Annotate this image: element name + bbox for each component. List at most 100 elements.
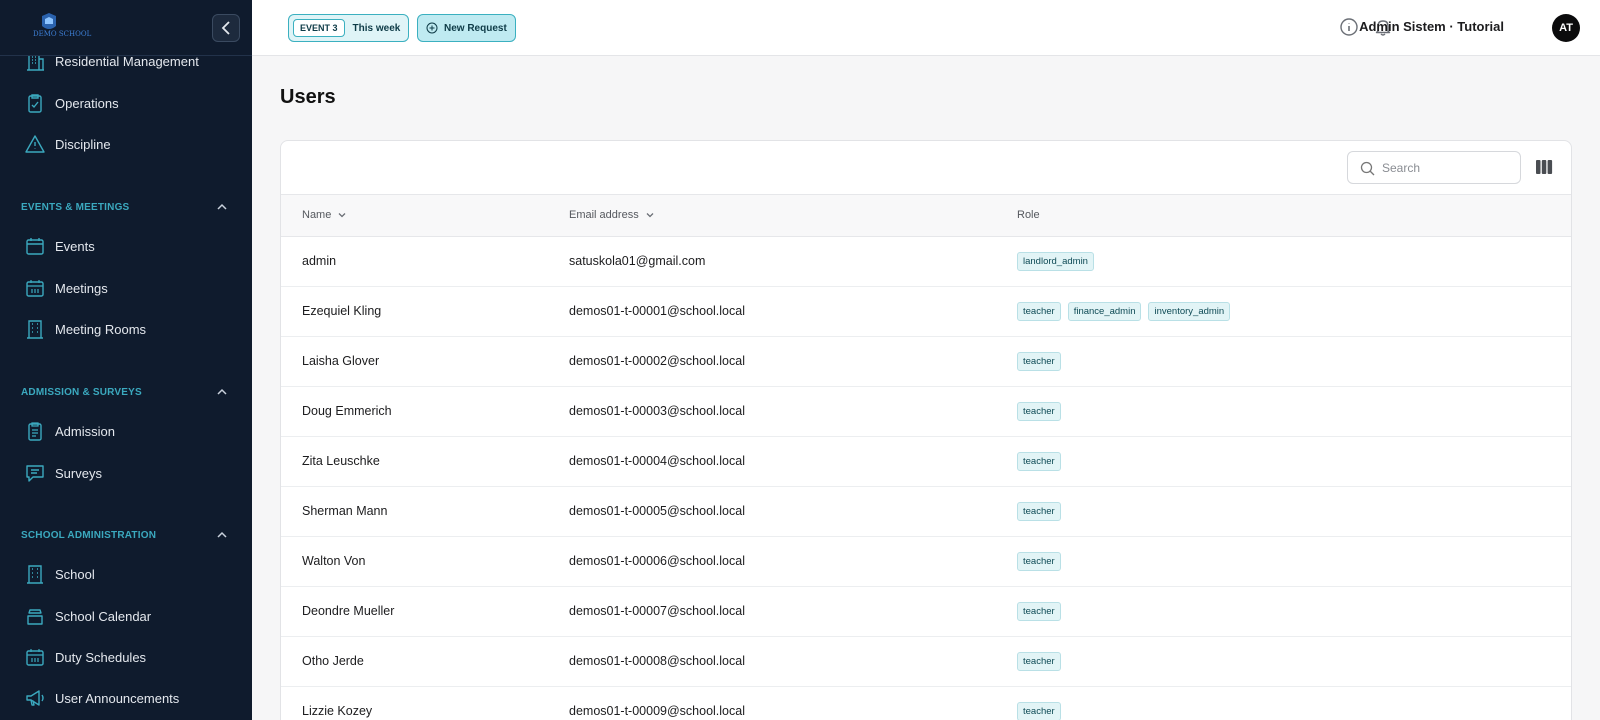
plus-circle-icon (426, 22, 438, 34)
role-cell: teacher (1017, 652, 1061, 671)
topbar: EVENT 3 This week New Request Admin Sist… (252, 0, 1600, 56)
table-row[interactable]: Otho Jerde demos01-t-00008@school.local te… (281, 637, 1571, 687)
search-input[interactable] (1382, 152, 1514, 183)
role-badge: landlord_admin (1017, 252, 1094, 271)
search-box[interactable] (1347, 151, 1521, 184)
columns-icon[interactable] (1535, 158, 1553, 176)
section-label: SCHOOL ADMINISTRATION (21, 529, 157, 541)
user-name-cell: Sherman Mann (302, 504, 388, 518)
column-header-label: Email address (569, 209, 639, 221)
section-admission-surveys[interactable]: ADMISSION & SURVEYS (0, 381, 252, 403)
calendar-grid-icon (26, 649, 44, 666)
chevron-up-icon (217, 203, 227, 210)
table-row[interactable]: Doug Emmerich demos01-t-00003@school.loca… (281, 387, 1571, 437)
table-row[interactable]: Zita Leuschke demos01-t-00004@school.loca… (281, 437, 1571, 487)
page-title: Users (280, 86, 336, 108)
sidebar-item-label: Admission (55, 423, 115, 439)
sidebar-item-meeting-rooms[interactable]: Meeting Rooms (0, 309, 252, 349)
event-period: This week (352, 22, 401, 34)
user-name-cell: Deondre Mueller (302, 604, 395, 618)
sidebar: DEMO SCHOOL Residential Management Opera… (0, 0, 252, 720)
table-row[interactable]: admin satuskola01@gmail.com landlord_admin (281, 237, 1571, 287)
section-label: ADMISSION & SURVEYS (21, 386, 142, 398)
email-cell: demos01-t-00006@school.local (569, 554, 745, 568)
table-row[interactable]: Laisha Glover demos01-t-00002@school.loca… (281, 337, 1571, 387)
sidebar-item-user-announcements[interactable]: User Announcements (0, 678, 252, 718)
chat-icon (26, 465, 44, 482)
new-request-label: New Request (444, 22, 507, 34)
table-row[interactable]: Walton Von demos01-t-00006@school.local te… (281, 537, 1571, 587)
event-selector[interactable]: EVENT 3 This week (288, 14, 410, 42)
role-badge: teacher (1017, 652, 1061, 671)
collapse-sidebar-button[interactable] (212, 14, 240, 42)
sidebar-item-school-calendar[interactable]: School Calendar (0, 596, 252, 636)
column-header-email[interactable]: Email address (569, 209, 655, 221)
chevron-down-icon (646, 213, 654, 218)
avatar[interactable]: AT (1552, 14, 1580, 42)
section-events-meetings[interactable]: EVENTS & MEETINGS (0, 196, 252, 218)
role-cell: teacher (1017, 402, 1061, 421)
user-name-cell: admin (302, 254, 337, 268)
role-cell: teacher finance_admin inventory_admin (1017, 302, 1231, 321)
chevron-up-icon (217, 531, 227, 538)
user-name-cell: Ezequiel Kling (302, 304, 382, 318)
sidebar-item-label: School Calendar (55, 608, 152, 624)
warning-triangle-icon (25, 135, 45, 153)
email-cell: demos01-t-00003@school.local (569, 404, 745, 418)
table-row[interactable]: Sherman Mann demos01-t-00005@school.local… (281, 487, 1571, 537)
role-badge: teacher (1017, 702, 1061, 720)
table-row[interactable]: Ezequiel Kling demos01-t-00001@school.loc… (281, 287, 1571, 337)
sidebar-item-operations[interactable]: Operations (0, 83, 252, 123)
sidebar-item-discipline[interactable]: Discipline (0, 124, 252, 164)
new-request-button[interactable]: New Request (417, 14, 516, 42)
role-badge: teacher (1017, 402, 1061, 421)
user-name-cell: Walton Von (302, 554, 366, 568)
section-label: EVENTS & MEETINGS (21, 201, 130, 213)
role-badge: teacher (1017, 602, 1061, 621)
table-row[interactable]: Lizzie Kozey demos01-t-00009@school.local… (281, 687, 1571, 720)
megaphone-icon (26, 690, 44, 706)
role-cell: teacher (1017, 702, 1061, 720)
role-cell: teacher (1017, 552, 1061, 571)
building-icon (27, 565, 43, 584)
role-cell: teacher (1017, 502, 1061, 521)
table-row[interactable]: Deondre Mueller demos01-t-00007@school.lo… (281, 587, 1571, 637)
sidebar-item-label: Meetings (55, 280, 108, 296)
email-cell: demos01-t-00004@school.local (569, 454, 745, 468)
role-badge: teacher (1017, 352, 1061, 371)
column-header-name[interactable]: Name (302, 209, 347, 221)
building-icon (27, 320, 43, 339)
sidebar-item-admission[interactable]: Admission (0, 411, 252, 451)
user-name-cell: Doug Emmerich (302, 404, 392, 418)
chevron-up-icon (217, 388, 227, 395)
clipboard-icon (28, 422, 42, 441)
role-badge: teacher (1017, 452, 1061, 471)
role-cell: landlord_admin (1017, 252, 1094, 271)
sidebar-item-label: Operations (55, 95, 119, 111)
info-icon[interactable] (1339, 17, 1359, 37)
column-header-label: Role (1017, 209, 1040, 221)
section-school-administration[interactable]: SCHOOL ADMINISTRATION (0, 524, 252, 546)
calendar-grid-icon (26, 280, 44, 297)
email-cell: satuskola01@gmail.com (569, 254, 706, 268)
sidebar-item-surveys[interactable]: Surveys (0, 453, 252, 493)
sidebar-item-events[interactable]: Events (0, 226, 252, 266)
sidebar-item-label: User Announcements (55, 690, 180, 706)
sidebar-item-label: School (55, 566, 95, 582)
role-badge: teacher (1017, 502, 1061, 521)
column-header-role: Role (1017, 209, 1040, 221)
role-cell: teacher (1017, 602, 1061, 621)
sidebar-item-school[interactable]: School (0, 554, 252, 594)
email-cell: demos01-t-00002@school.local (569, 354, 745, 368)
role-cell: teacher (1017, 352, 1061, 371)
sidebar-item-label: Duty Schedules (55, 649, 147, 665)
email-cell: demos01-t-00005@school.local (569, 504, 745, 518)
chevron-left-icon (221, 21, 230, 35)
users-table-card: Name Email address Role admin satuskola01… (280, 140, 1572, 720)
sidebar-item-label: Meeting Rooms (55, 321, 147, 337)
email-cell: demos01-t-00001@school.local (569, 304, 745, 318)
sidebar-item-duty-schedules[interactable]: Duty Schedules (0, 637, 252, 677)
role-badge: finance_admin (1067, 302, 1142, 321)
sidebar-item-meetings[interactable]: Meetings (0, 268, 252, 308)
user-name[interactable]: Admin Sistem · Tutorial (1359, 19, 1504, 34)
